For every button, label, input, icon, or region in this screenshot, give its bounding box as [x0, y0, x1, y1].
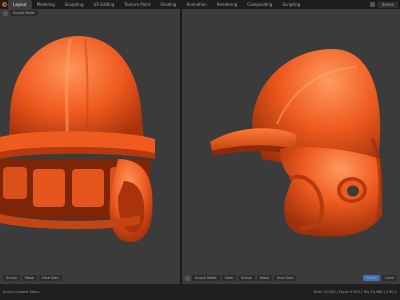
tab-uv-editing[interactable]: UV Editing [89, 0, 120, 9]
right-menu-face-sets[interactable]: Face Sets [273, 275, 297, 281]
right-footer-object[interactable]: Object [362, 275, 380, 281]
right-footer-local[interactable]: Local [381, 275, 397, 281]
status-bar: Sculpt Context Menu Verts 10,000 | Faces… [0, 284, 400, 300]
tab-rendering[interactable]: Rendering [212, 0, 242, 9]
viewport-footer-left: Sculpt Mask Face Sets [0, 274, 180, 282]
tab-sculpting[interactable]: Sculpting [60, 0, 89, 9]
scene-selector[interactable]: Scene [377, 1, 398, 8]
tab-compositing[interactable]: Compositing [242, 0, 277, 9]
left-footer-mask[interactable]: Mask [21, 275, 37, 281]
blender-logo-icon[interactable] [0, 0, 8, 9]
right-menu-mask[interactable]: Mask [256, 275, 272, 281]
tab-shading[interactable]: Shading [155, 0, 181, 9]
workspace-topbar: Layout Modeling Sculpting UV Editing Tex… [0, 0, 400, 9]
helmet-side-model [210, 49, 383, 237]
status-left: Sculpt Context Menu [3, 290, 40, 294]
tab-layout[interactable]: Layout [8, 0, 32, 9]
right-menu-view[interactable]: View [221, 275, 236, 281]
viewport-footer-right: Sculpt Mode View Sculpt Mask Face Sets O… [182, 274, 400, 282]
right-menu-sculpt[interactable]: Sculpt [237, 275, 255, 281]
tab-texture-paint[interactable]: Texture Paint [119, 0, 155, 9]
status-right: Verts 10,000 | Faces 9,993 | Tris 19,986… [313, 290, 397, 294]
tab-animation[interactable]: Animation [181, 0, 211, 9]
helmet-front-model [0, 36, 155, 242]
tab-scripting[interactable]: Scripting [277, 0, 305, 9]
left-footer-sculpt[interactable]: Sculpt [3, 275, 20, 281]
left-footer-face-sets[interactable]: Face Sets [38, 275, 62, 281]
viewport-front[interactable]: Sculpt Mode Sculpt Mask Face Sets [0, 9, 180, 284]
viewport-side[interactable]: Sculpt Mode View Sculpt Mask Face Sets O… [182, 9, 400, 284]
editor-type-icon-right[interactable] [185, 275, 190, 281]
right-mode-selector[interactable]: Sculpt Mode [192, 275, 220, 281]
scene-icon[interactable] [369, 2, 375, 7]
tab-modeling[interactable]: Modeling [32, 0, 60, 9]
